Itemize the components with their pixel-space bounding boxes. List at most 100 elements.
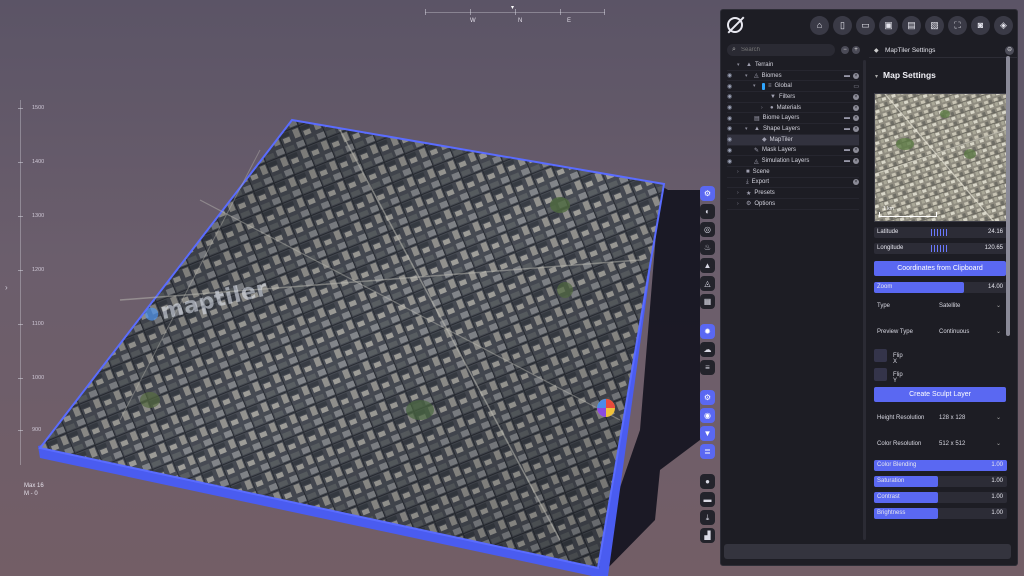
hierarchy-scrollbar[interactable] [863,60,866,540]
chart-icon[interactable]: ▟ [700,528,715,543]
folder-icon[interactable]: ▬ [844,73,850,79]
latitude-field[interactable]: Latitude 24.16 [874,227,1007,238]
expand-caret-icon[interactable]: ▾ [737,62,743,68]
folder-icon[interactable]: ▬ [844,126,850,132]
remove-icon[interactable]: × [853,72,859,79]
tree-item[interactable]: ◉ ◬ Simulation Layers ▬ × [727,156,859,167]
saturation-slider[interactable]: Saturation 1.00 [874,476,1007,487]
map-settings-section[interactable]: ▾ Map Settings [875,70,936,80]
expand-caret-icon[interactable]: ▾ [753,83,759,89]
tree-item[interactable]: ◉ ▼ Filters × [727,92,859,103]
folder-icon[interactable]: ▬ [844,147,850,153]
visibility-eye-icon[interactable]: ◉ [727,93,735,100]
expand-caret-icon[interactable]: › [737,190,743,196]
visibility-eye-icon[interactable]: ◉ [727,115,735,122]
type-dropdown[interactable]: Satellite ⌄ [936,301,1004,313]
expand-caret-icon[interactable]: › [761,105,767,111]
remove-icon[interactable]: × [853,104,859,111]
filter-icon[interactable]: ▼ [700,426,715,441]
gears-icon[interactable]: ⚙ [700,390,715,405]
expand-caret-icon[interactable]: ▾ [745,126,751,132]
tree-item[interactable]: › ⚙ Options [727,199,859,210]
save-as-button[interactable]: ▤ [902,16,921,35]
visibility-eye-icon[interactable]: ◉ [727,125,735,132]
home-button[interactable]: ⌂ [810,16,829,35]
tree-item[interactable]: ◉ ▾ ◬ Biomes ▬ × [727,71,859,82]
visibility-eye-icon[interactable]: ◉ [727,158,735,165]
remove-icon[interactable]: × [853,93,859,100]
open-folder-button[interactable]: ▭ [856,16,875,35]
longitude-field[interactable]: Longitude 120.65 [874,243,1007,254]
tree-item[interactable]: › ★ Presets [727,188,859,199]
screenshot-button[interactable]: ◙ [971,16,990,35]
search-input[interactable] [741,45,831,55]
folder-icon[interactable]: ▬ [700,492,715,507]
new-file-button[interactable]: ▯ [833,16,852,35]
grid-icon[interactable]: ▦ [700,294,715,309]
record-icon[interactable]: ● [700,474,715,489]
cloud-icon[interactable]: ☁ [700,342,715,357]
flame-icon[interactable]: ♨ [700,240,715,255]
layers-icon[interactable]: ≣ [700,444,715,459]
remove-icon[interactable]: × [853,147,859,154]
tree-item[interactable]: ◉ ▤ Biome Layers ▬ × [727,113,859,125]
zoom-slider[interactable]: Zoom 14.00 [874,282,1007,293]
account-button[interactable]: ◈ [994,16,1013,35]
eye-icon[interactable]: ◉ [700,408,715,423]
visibility-eye-icon[interactable]: ◉ [727,136,735,143]
expand-caret-icon[interactable]: › [737,201,743,207]
settings-gear-icon[interactable]: ⚙ [700,186,715,201]
visibility-eye-icon[interactable]: ◉ [727,147,735,154]
tree-item[interactable]: ▾ ▲ Terrain [727,60,859,71]
map-preview[interactable]: 1 km [874,93,1007,222]
remove-icon[interactable]: × [853,115,859,122]
tree-item[interactable]: ◉ ▾ ▲ Shape Layers ▬ × [727,124,859,135]
expand-left-icon[interactable]: › [5,283,8,292]
download-icon[interactable]: ⤓ [700,510,715,525]
tree-item[interactable]: ◉ ✎ Mask Layers ▬ × [727,146,859,157]
lines-icon[interactable]: ≡ [700,360,715,375]
color-blending-slider[interactable]: Color Blending 1.00 [874,460,1007,471]
latitude-drag-handle[interactable] [931,229,947,236]
half-circle-icon[interactable]: ◐ [700,204,715,219]
folder-icon[interactable]: ▬ [844,115,850,121]
contrast-slider[interactable]: Contrast 1.00 [874,492,1007,503]
export-button[interactable]: ▧ [925,16,944,35]
collapse-all-icon[interactable]: − [841,46,849,54]
flip-y-checkbox[interactable] [874,368,887,381]
height-resolution-dropdown[interactable]: 128 x 128 ⌄ [936,413,1004,425]
coordinates-from-clipboard-button[interactable]: Coordinates from Clipboard [874,261,1006,276]
preview-type-dropdown[interactable]: Continuous ⌄ [936,327,1004,339]
top-toolbar-buttons: ⌂ ▯ ▭ ▣ ▤ ▧ ⛶ ◙ ◈ [810,16,1013,35]
longitude-drag-handle[interactable] [931,245,947,252]
flip-x-checkbox[interactable] [874,349,887,362]
folder-icon[interactable]: ▬ [844,158,850,164]
tree-item[interactable]: ◉ › ● Materials × [727,103,859,114]
visibility-eye-icon[interactable]: ◉ [727,72,735,79]
visibility-eye-icon[interactable]: ◉ [727,104,735,111]
tree-item[interactable]: › ■ Scene [727,167,859,178]
tree-item[interactable]: ⤓ Export × [727,178,859,189]
save-button[interactable]: ▣ [879,16,898,35]
settings-scrollbar[interactable] [1006,56,1010,336]
color-resolution-dropdown[interactable]: 512 x 512 ⌄ [936,439,1004,451]
remove-icon[interactable]: × [853,158,859,165]
remove-icon[interactable]: × [853,125,859,132]
terrain-slope-icon[interactable]: ◬ [700,276,715,291]
sun-icon[interactable]: ✹ [700,324,715,339]
console-input[interactable] [724,544,1011,559]
target-icon[interactable]: ◎ [700,222,715,237]
expand-caret-icon[interactable]: › [737,169,743,175]
close-settings-button[interactable]: ⊖ [1005,46,1014,55]
remove-icon[interactable]: × [853,179,859,186]
tree-item[interactable]: ◉ ◆ MapTiler [727,134,859,146]
tree-item[interactable]: ◉ ▾ ≡ Global ▭ [727,81,859,93]
add-item-icon[interactable]: + [852,46,860,54]
layer-menu-icon[interactable]: ▭ [853,83,859,90]
visibility-eye-icon[interactable]: ◉ [727,83,735,90]
fullscreen-button[interactable]: ⛶ [948,16,967,35]
expand-caret-icon[interactable]: ▾ [745,73,751,79]
create-sculpt-layer-button[interactable]: Create Sculpt Layer [874,387,1006,402]
brightness-slider[interactable]: Brightness 1.00 [874,508,1007,519]
mountain-icon[interactable]: ▲ [700,258,715,273]
